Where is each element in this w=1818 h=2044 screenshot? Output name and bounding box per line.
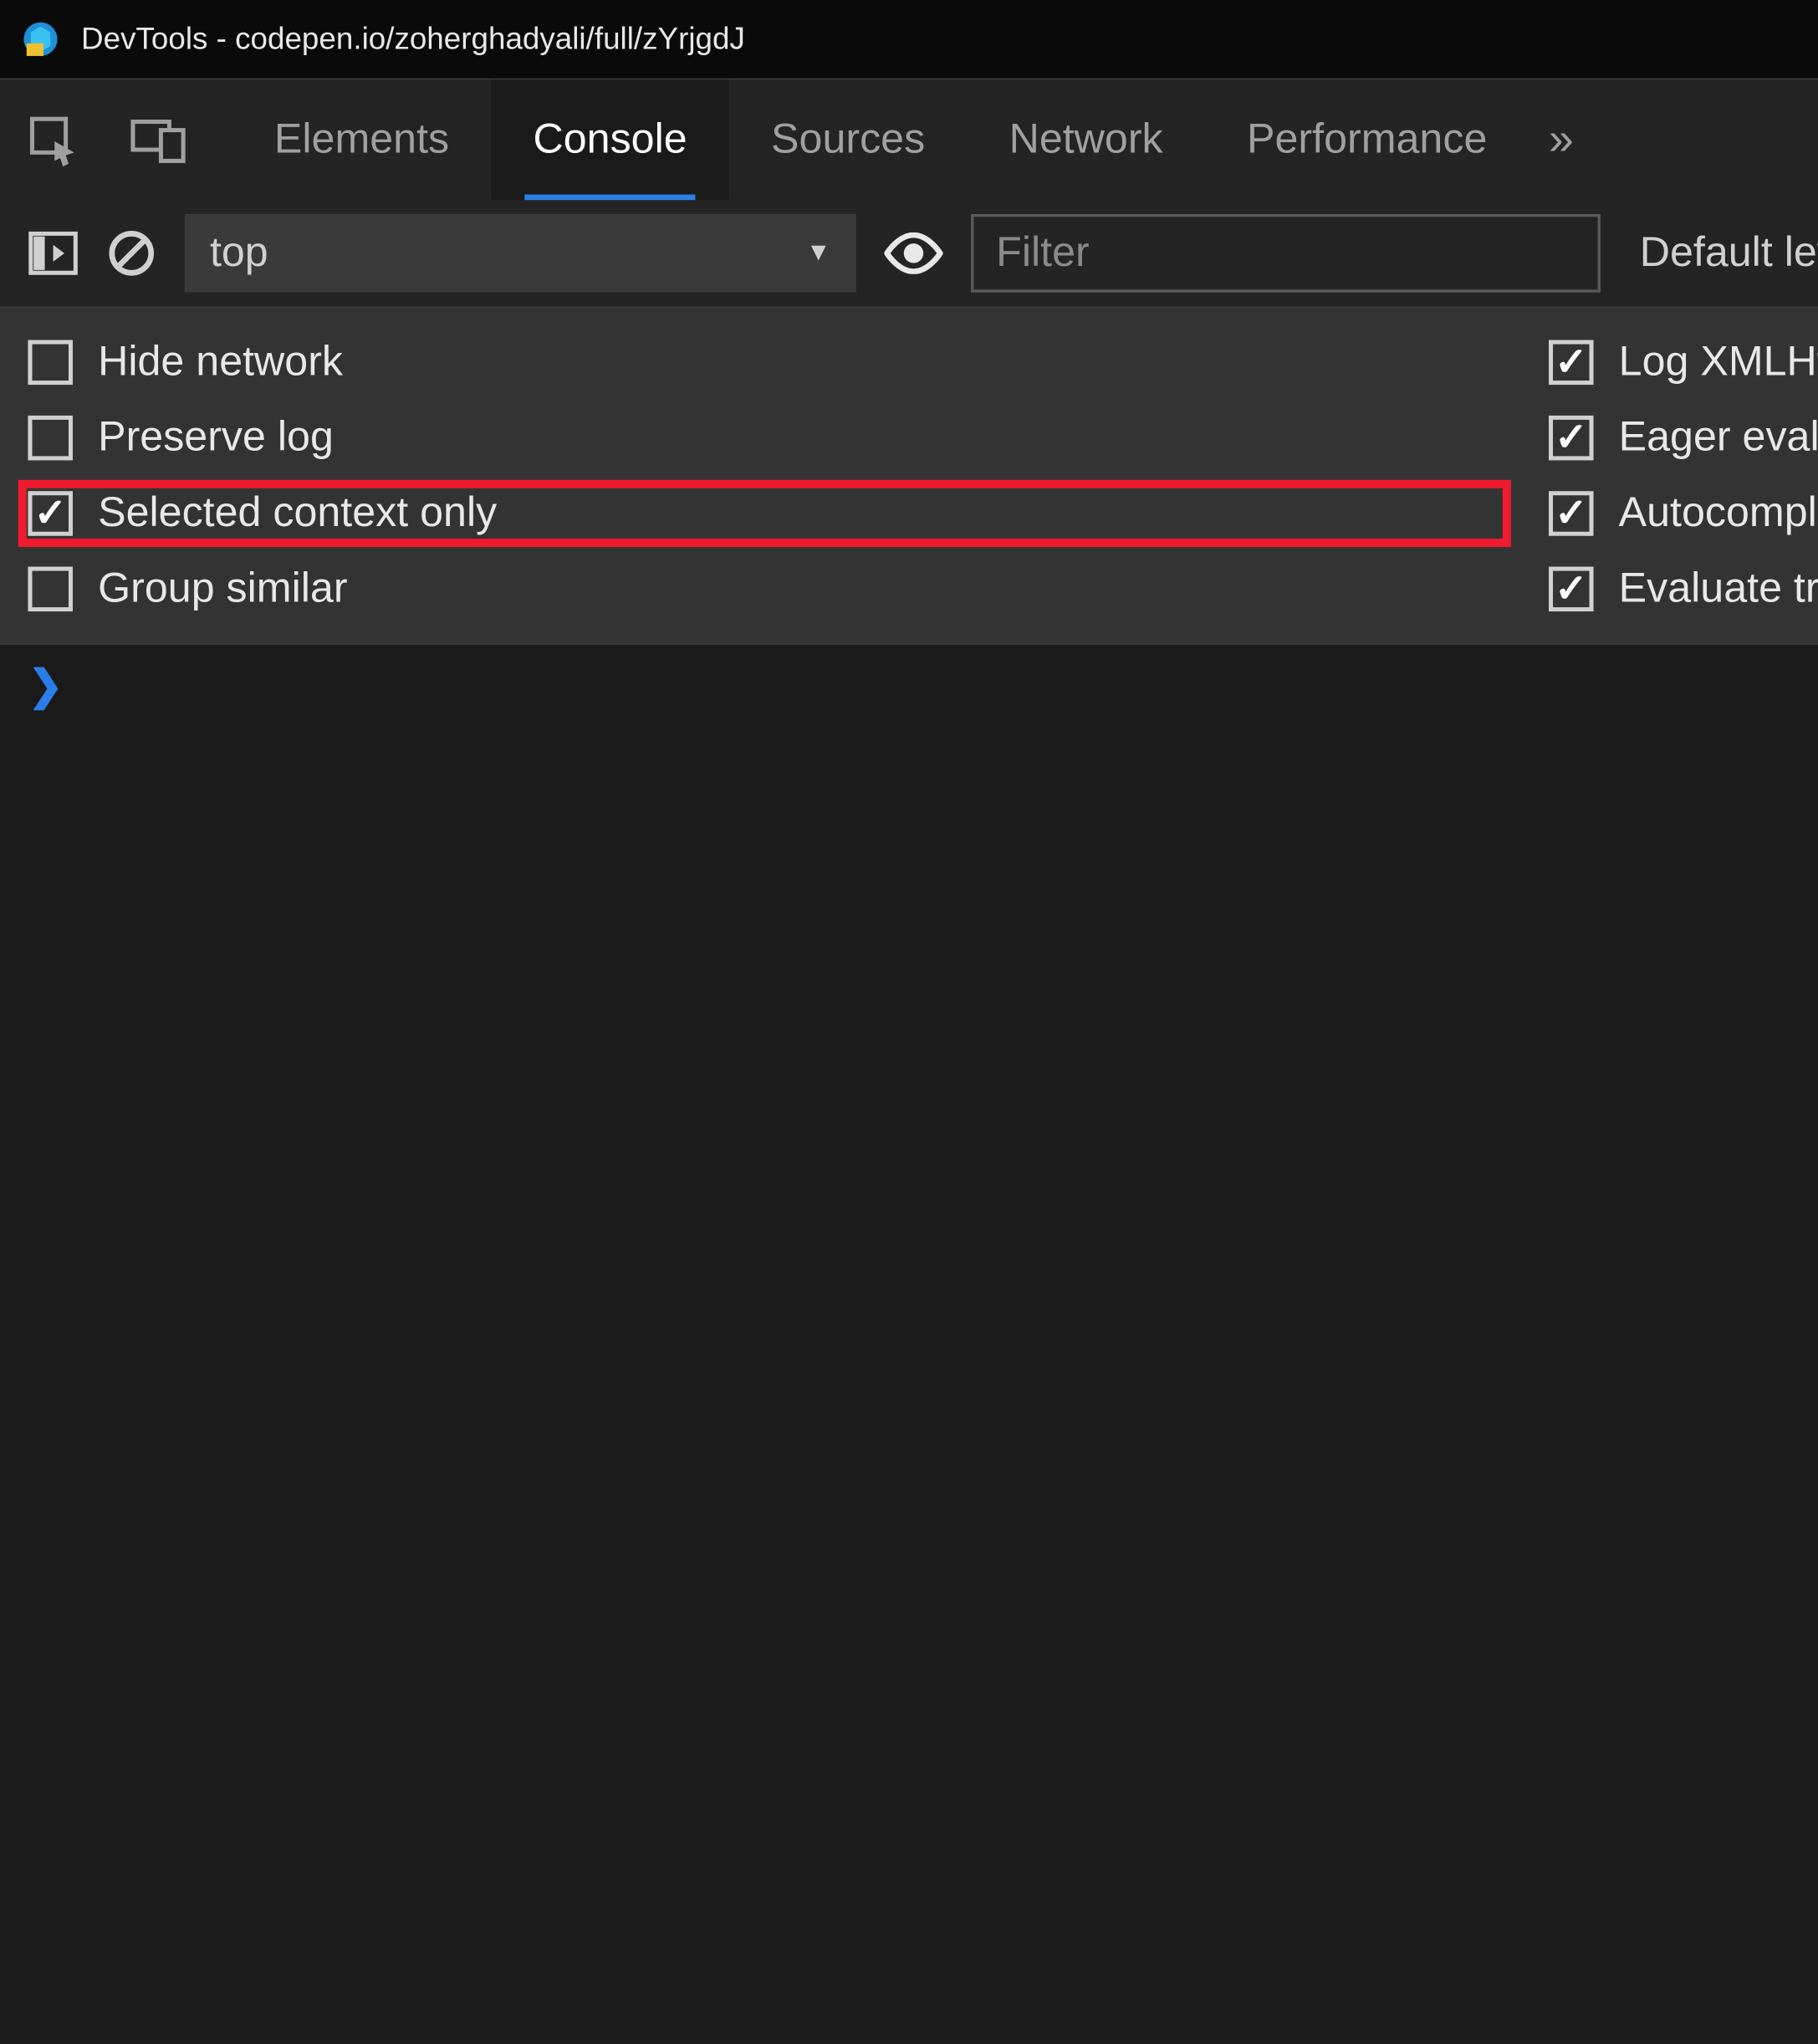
setting-label: Selected context only: [98, 490, 497, 538]
checkbox-checked-icon: [28, 491, 73, 536]
setting-group-similar[interactable]: Group similar: [28, 565, 1493, 613]
tabs-overflow-button[interactable]: »: [1529, 114, 1594, 166]
setting-label: Autocomplete from history: [1619, 490, 1818, 538]
checkbox-checked-icon: [1549, 340, 1594, 386]
checkbox-checked-icon: [1549, 416, 1594, 461]
console-toolbar: top ▼ Default levels ▼: [0, 199, 1818, 308]
chevron-down-icon: ▼: [806, 238, 831, 267]
inspect-element-icon[interactable]: [19, 105, 86, 172]
checkbox-icon: [28, 340, 73, 386]
title-bar: DevTools - codepen.io/zoherghadyali/full…: [0, 0, 1818, 79]
checkbox-icon: [28, 567, 73, 612]
devtools-tabs: Elements Console Sources Network Perform…: [232, 79, 1818, 200]
tab-performance[interactable]: Performance: [1205, 79, 1529, 200]
devtools-tabs-strip: Elements Console Sources Network Perform…: [0, 79, 1818, 199]
setting-evaluate-user-activation[interactable]: Evaluate triggers user activation: [1549, 565, 1818, 613]
setting-hide-network[interactable]: Hide network: [28, 339, 1493, 386]
setting-eager-evaluation[interactable]: Eager evaluation: [1549, 414, 1818, 462]
setting-selected-context-only[interactable]: Selected context only: [28, 490, 1501, 538]
checkbox-checked-icon: [1549, 491, 1594, 536]
setting-label: Preserve log: [98, 414, 334, 462]
setting-autocomplete-history[interactable]: Autocomplete from history: [1549, 490, 1818, 538]
console-prompt-icon: ❯: [28, 663, 63, 709]
setting-label: Eager evaluation: [1619, 414, 1818, 462]
device-toolbar-icon[interactable]: [126, 105, 193, 172]
app-icon: [19, 18, 61, 60]
tab-network[interactable]: Network: [967, 79, 1204, 200]
tab-elements[interactable]: Elements: [232, 79, 492, 200]
checkbox-checked-icon: [1549, 567, 1594, 612]
window-title: DevTools - codepen.io/zoherghadyali/full…: [81, 21, 1818, 57]
live-expression-icon[interactable]: [884, 232, 942, 273]
setting-label: Log XMLHttpRequests: [1619, 339, 1818, 386]
checkbox-icon: [28, 416, 73, 461]
tab-sources[interactable]: Sources: [729, 79, 968, 200]
console-output-area[interactable]: ❯: [0, 645, 1818, 2044]
filter-input[interactable]: [971, 213, 1601, 292]
setting-label: Evaluate triggers user activation: [1619, 565, 1818, 613]
setting-preserve-log[interactable]: Preserve log: [28, 414, 1493, 462]
execution-context-dropdown[interactable]: top ▼: [185, 213, 856, 292]
log-levels-dropdown[interactable]: Default levels ▼: [1628, 229, 1818, 277]
execution-context-value: top: [210, 229, 268, 277]
tab-console[interactable]: Console: [491, 79, 729, 200]
console-sidebar-toggle-icon[interactable]: [28, 230, 78, 275]
clear-console-icon[interactable]: [106, 227, 156, 278]
setting-log-xhr[interactable]: Log XMLHttpRequests: [1549, 339, 1818, 386]
console-settings-panel: Hide network Log XMLHttpRequests Preserv…: [0, 308, 1818, 645]
setting-label: Hide network: [98, 339, 343, 386]
log-levels-label: Default levels: [1640, 229, 1818, 277]
setting-label: Group similar: [98, 565, 347, 613]
